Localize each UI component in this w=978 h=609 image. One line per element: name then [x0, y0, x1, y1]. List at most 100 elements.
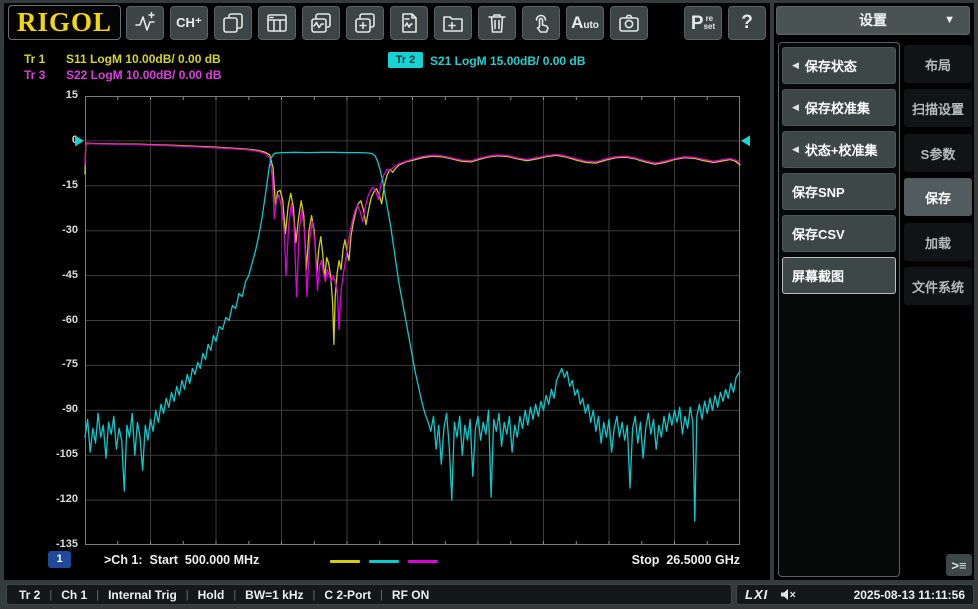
copy-trace-button[interactable] [390, 6, 428, 40]
legend-tr2-badge[interactable]: Tr 2 [388, 52, 423, 68]
status-item: BW=1 kHz [245, 587, 304, 602]
channel-stop-info: Stop 26.5000 GHz [631, 553, 740, 567]
window-trace-icon [311, 13, 331, 33]
status-item: Internal Trig [108, 587, 177, 602]
preset-button[interactable]: P re set [684, 6, 722, 40]
menu-item-state-cal[interactable]: ◀ 状态+校准集 [782, 131, 896, 168]
status-item: RF ON [391, 587, 430, 602]
datetime: 2025-08-13 11:11:56 [853, 587, 965, 602]
status-item: Ch 1 [61, 587, 88, 602]
copy-trace-icon [402, 13, 417, 33]
channel-badge[interactable]: 1 [48, 551, 71, 568]
channel-add-button[interactable]: CH⁺ [170, 6, 208, 40]
trace-swatch [330, 560, 360, 563]
screenshot-button[interactable] [610, 6, 648, 40]
copy-channel-icon [443, 16, 463, 32]
auto-label: Auto [571, 13, 599, 32]
status-separator: | [96, 588, 100, 601]
y-axis-label: -135 [55, 538, 78, 550]
tab-load[interactable]: 加载 [904, 223, 972, 261]
tab-layout[interactable]: 布局 [904, 45, 972, 83]
y-axis-label: 0 [71, 133, 78, 146]
tab-save[interactable]: 保存 [904, 178, 972, 216]
auto-scale-button[interactable]: Auto [566, 6, 604, 40]
window-channel-button[interactable] [346, 6, 384, 40]
status-bar-right: LXI 2025-08-13 11:11:56 [736, 584, 974, 605]
left-arrow-icon: ◀ [792, 144, 799, 154]
settings-dropdown[interactable]: 设置 ▼ [776, 6, 970, 35]
y-axis-label: 15 [65, 89, 78, 101]
status-separator: | [185, 588, 189, 601]
help-button[interactable]: ? [728, 6, 766, 40]
trace-add-button[interactable] [126, 6, 164, 40]
menu-item-save-cal[interactable]: ◀ 保存校准集 [782, 89, 896, 126]
status-items: Tr 2 | Ch 1 | Internal Trig | Hold | BW=1 kHz | C … [19, 588, 429, 602]
status-separator: | [49, 588, 53, 601]
touch-icon [535, 14, 549, 33]
status-item: Tr 2 [19, 587, 41, 602]
channel-add-icon: CH⁺ [176, 15, 202, 30]
copy-channel-button[interactable] [434, 6, 472, 40]
help-icon: ? [741, 12, 753, 33]
y-axis-label: -120 [55, 493, 78, 506]
menu-item-save-csv[interactable]: 保存CSV [782, 215, 896, 252]
menu-collapse-icon: >≡ [951, 557, 967, 573]
settings-dropdown-label: 设置 [859, 12, 887, 28]
window-channel-icon [355, 13, 375, 33]
window-layers-icon [223, 13, 243, 33]
status-item: C 2-Port [324, 587, 372, 602]
plot-area[interactable] [75, 96, 750, 545]
rigol-logo: RIGOL [8, 5, 121, 40]
speaker-muted-icon[interactable] [780, 588, 796, 601]
tab-s-params[interactable]: S参数 [904, 134, 972, 172]
vna-screen: RIGOL CH⁺ Auto P re set ? Tr 1 S11 LogM … [0, 0, 978, 609]
trace-swatch [369, 560, 399, 563]
y-axis: 15 0 -15 -30 -45 -60 -75 -90 -105 -120 -135 [24, 89, 78, 550]
y-axis-label: -30 [62, 223, 78, 236]
chevron-down-icon: ▼ [944, 14, 955, 26]
window-layers-button[interactable] [214, 6, 252, 40]
menu-item-save-snp[interactable]: 保存SNP [782, 173, 896, 210]
trash-icon [488, 14, 506, 33]
status-item: Hold [197, 587, 225, 602]
tab-file-system[interactable]: 文件系统 [904, 267, 972, 305]
legend-tr1-id[interactable]: Tr 1 [24, 52, 45, 66]
camera-icon [619, 14, 639, 32]
menu-item-label: 状态+校准集 [804, 143, 878, 158]
y-axis-label: -75 [62, 358, 78, 371]
delete-button[interactable] [478, 6, 516, 40]
tab-sweep-setup[interactable]: 扫描设置 [904, 89, 972, 127]
left-arrow-icon: ◀ [792, 60, 799, 70]
menu-item-screenshot[interactable]: 屏幕截图 [782, 257, 896, 294]
menu-item-label: 保存SNP [792, 185, 845, 200]
y-axis-label: -45 [62, 268, 78, 281]
status-bar: Tr 2 | Ch 1 | Internal Trig | Hold | BW=1 kHz | C … [6, 584, 732, 605]
trace-add-icon [135, 11, 155, 31]
meas-table-icon [267, 14, 287, 32]
window-trace-button[interactable] [302, 6, 340, 40]
menu-item-save-state[interactable]: ◀ 保存状态 [782, 47, 896, 84]
y-axis-label: -60 [62, 313, 78, 326]
menu-collapse-button[interactable]: >≡ [946, 554, 972, 576]
status-separator: | [312, 588, 316, 601]
channel-start-info: >Ch 1: Start 500.000 MHz [104, 553, 260, 567]
legend-tr3-text: S22 LogM 10.00dB/ 0.00 dB [66, 68, 222, 82]
legend-tr3-id[interactable]: Tr 3 [24, 68, 45, 82]
y-axis-label: -15 [62, 178, 78, 191]
trace-color-swatches [330, 560, 438, 563]
legend-tr1-text: S11 LogM 10.00dB/ 0.00 dB [66, 52, 221, 66]
lxi-logo[interactable]: LXI [745, 587, 768, 602]
legend-tr2-text: S21 LogM 15.00dB/ 0.00 dB [430, 54, 586, 68]
menu-item-label: 保存状态 [804, 59, 857, 74]
preset-label: P re set [690, 12, 716, 34]
touch-button[interactable] [522, 6, 560, 40]
y-axis-label: -90 [62, 403, 78, 416]
left-arrow-icon: ◀ [792, 102, 799, 112]
menu-item-label: 保存CSV [792, 227, 845, 242]
meas-table-button[interactable] [258, 6, 296, 40]
menu-item-label: 保存校准集 [804, 101, 870, 116]
status-separator: | [380, 588, 383, 601]
trace-swatch [408, 560, 438, 563]
menu-item-label: 屏幕截图 [792, 269, 845, 284]
y-axis-label: -105 [55, 448, 78, 461]
